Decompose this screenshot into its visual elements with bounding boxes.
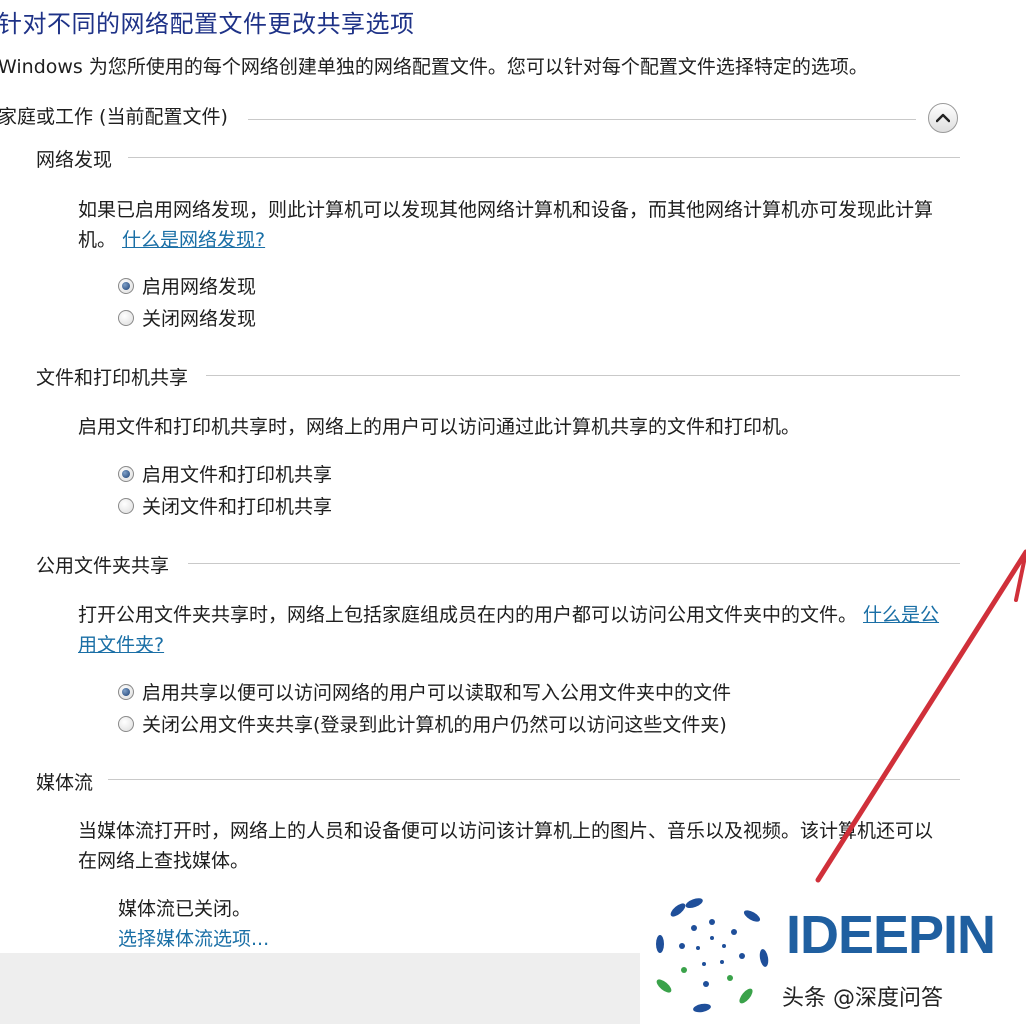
watermark-logo-text: IDEEPIN <box>786 905 996 965</box>
red-arrow-annotation <box>815 549 1026 883</box>
watermark-caption: 头条 @深度问答 <box>782 986 943 1011</box>
watermark: IDEEPIN 头条 @深度问答 <box>640 880 1026 1024</box>
ideepin-spiral-logo <box>656 898 769 1013</box>
